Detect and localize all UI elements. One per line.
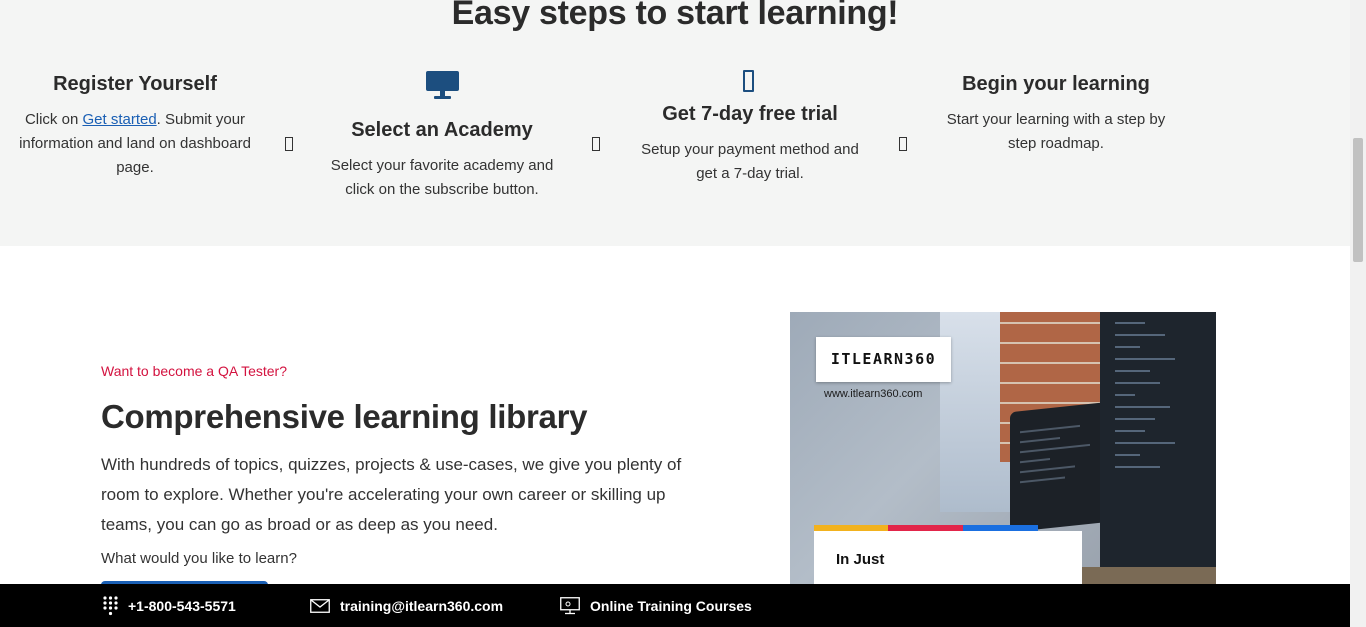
courses-label: Online Training Courses [590,597,752,614]
step-title: Select an Academy [351,119,533,141]
arrow-icon [285,137,293,151]
desktop-icon [560,596,580,614]
step-free-trial: Get 7-day free trial Setup your payment … [630,103,870,186]
mail-icon [310,598,330,613]
contact-bar: +1-800-543-5571 training@itlearn360.com … [0,584,1350,627]
get-started-link[interactable]: Get started [82,111,156,128]
email-link[interactable]: training@itlearn360.com [310,584,503,627]
step-title: Begin your learning [962,73,1150,95]
step-description: Setup your payment method and get a 7-da… [641,141,859,182]
promo-image: ITLEARN360 www.itlearn360.com In Just [790,312,1216,592]
phone-link[interactable]: +1-800-543-5571 [103,584,236,627]
steps-heading: Easy steps to start learning! [451,0,899,32]
itlearn-logo: ITLEARN360 [816,337,951,382]
library-heading: Comprehensive learning library [101,398,588,435]
promo-url: www.itlearn360.com [824,388,923,400]
arrow-icon [899,137,907,151]
step-description: Select your favorite academy and click o… [330,157,554,198]
step-begin-learning: Begin your learning Start your learning … [936,73,1176,156]
card-icon [743,70,754,92]
scrollbar-thumb[interactable] [1353,138,1363,262]
phone-number: +1-800-543-5571 [128,597,236,614]
promo-card: In Just [814,531,1082,592]
page-scrollbar[interactable] [1350,0,1366,627]
learn-question: What would you like to learn? [101,550,297,567]
step-select-academy: Select an Academy Select your favorite a… [322,119,562,202]
library-eyebrow: Want to become a QA Tester? [101,363,287,379]
email-address: training@itlearn360.com [340,597,504,614]
steps-section: Easy steps to start learning! Register Y… [0,0,1350,246]
step-title: Register Yourself [53,73,217,95]
step-description: Click on Get started. Submit your inform… [19,111,251,176]
step-title: Get 7-day free trial [662,103,838,125]
library-description: With hundreds of topics, quizzes, projec… [101,455,682,534]
laptop-illustration [1010,401,1110,533]
step-description: Start your learning with a step by step … [946,111,1166,152]
arrow-icon [592,137,600,151]
courses-link[interactable]: Online Training Courses [560,584,752,627]
monitor-illustration [1100,312,1216,582]
monitor-icon [426,71,459,99]
step-register: Register Yourself Click on Get started. … [15,73,255,180]
dialpad-icon [103,595,118,615]
